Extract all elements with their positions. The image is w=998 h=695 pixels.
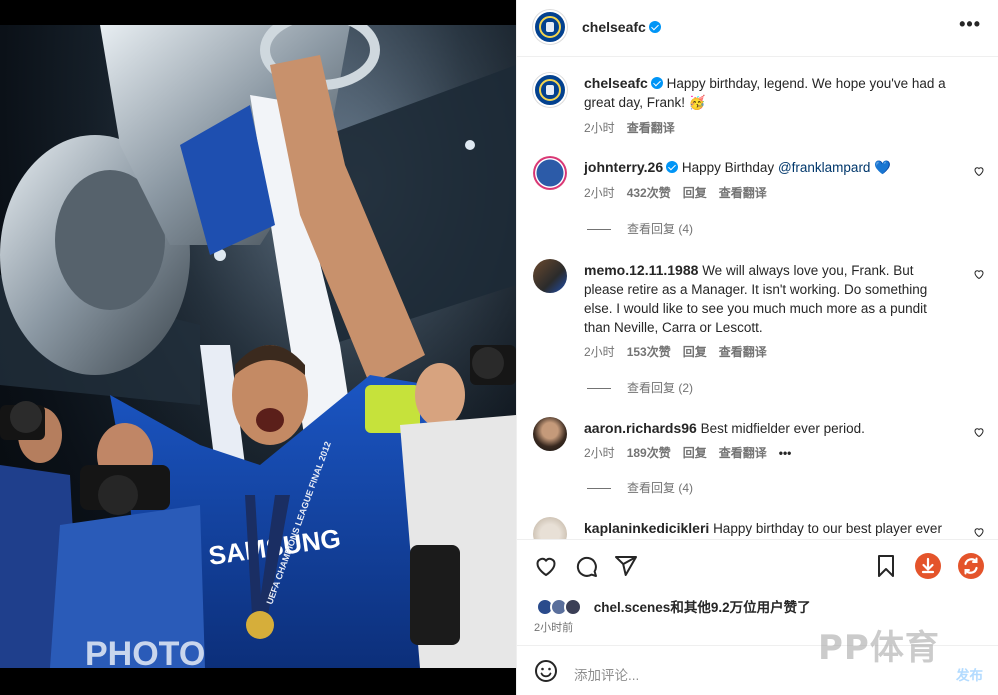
liker-avatars[interactable]: [536, 598, 590, 616]
like-comment-heart-icon[interactable]: [973, 165, 985, 177]
comment-meta: 2小时 189次赞 回复 查看翻译 •••: [584, 444, 803, 461]
comment-time: 2小时: [584, 345, 615, 359]
commenter-avatar[interactable]: [533, 156, 567, 190]
commenter-avatar[interactable]: [533, 517, 567, 539]
liker-username[interactable]: chel.scenes: [594, 600, 671, 615]
watermark-logo: PP体育: [818, 628, 940, 668]
comment-username[interactable]: johnterry.26: [584, 159, 663, 175]
post-actions-bar: [517, 539, 998, 589]
like-comment-heart-icon[interactable]: [973, 268, 985, 280]
likes-summary: chel.scenes和其他9.2万位用户赞了: [536, 596, 811, 616]
comment-likes[interactable]: 153次赞: [627, 345, 671, 359]
post-side-panel: chelseafc ••• chelseafc Happy birthday, …: [516, 0, 998, 695]
emoji-icon[interactable]: [534, 659, 558, 683]
comment-options-icon[interactable]: •••: [779, 446, 792, 460]
replies-line: [587, 488, 611, 490]
caption-text-block: chelseafc Happy birthday, legend. We hop…: [584, 74, 954, 112]
comment-meta: 2小时 432次赞 回复 查看翻译: [584, 184, 779, 201]
comment-time: 2小时: [584, 186, 615, 200]
replies-line: [587, 229, 611, 231]
view-replies-label[interactable]: 查看回复 (2): [627, 381, 693, 395]
comment-text-block: aaron.richards96 Best midfielder ever pe…: [584, 419, 954, 438]
instagram-post-view: SAMSUNG UEFA CHAMPIONS LEAGUE FINAL 2012…: [0, 0, 998, 695]
author-avatar[interactable]: [533, 10, 567, 44]
more-options-icon[interactable]: •••: [959, 15, 981, 33]
blue-heart-emoji: 💙: [874, 160, 892, 175]
comment-meta: 2小时 153次赞 回复 查看翻译: [584, 343, 779, 360]
comment-likes[interactable]: 432次赞: [627, 186, 671, 200]
caption-time: 2小时: [584, 121, 615, 135]
commenter-avatar[interactable]: [533, 417, 567, 451]
like-comment-heart-icon[interactable]: [973, 426, 985, 438]
comment-text: Happy birthday to our best player ever: [713, 521, 942, 536]
caption-meta: 2小时 查看翻译: [584, 119, 687, 136]
comment-time: 2小时: [584, 446, 615, 460]
view-replies-label[interactable]: 查看回复 (4): [627, 222, 693, 236]
author-name-wrap: chelseafc: [582, 19, 661, 37]
comment-text-block: memo.12.11.1988 We will always love you,…: [584, 261, 954, 337]
post-header: chelseafc •••: [517, 0, 998, 57]
caption-username[interactable]: chelseafc: [584, 75, 648, 91]
view-replies[interactable]: 查看回复 (4): [587, 220, 693, 237]
trophy-celebration-image: SAMSUNG UEFA CHAMPIONS LEAGUE FINAL 2012…: [0, 25, 516, 668]
translate-link[interactable]: 查看翻译: [719, 186, 767, 200]
bookmark-icon[interactable]: [874, 554, 898, 578]
caption-avatar[interactable]: [533, 73, 567, 107]
like-comment-heart-icon[interactable]: [973, 526, 985, 538]
photo-vest-text: PHOTO: [85, 635, 205, 668]
heart-icon[interactable]: [534, 554, 558, 578]
comment-text-block: kaplaninkedicikleri Happy birthday to ou…: [584, 519, 954, 538]
comment-icon[interactable]: [574, 554, 598, 578]
comment-username[interactable]: memo.12.11.1988: [584, 262, 698, 278]
view-replies[interactable]: 查看回复 (4): [587, 479, 693, 496]
post-comment-button[interactable]: 发布: [956, 664, 983, 684]
reply-button[interactable]: 回复: [683, 186, 707, 200]
download-icon[interactable]: [915, 553, 941, 579]
post-time: 2小时前: [534, 622, 574, 634]
comment-likes[interactable]: 189次赞: [627, 446, 671, 460]
comment-username[interactable]: aaron.richards96: [584, 420, 697, 436]
refresh-icon[interactable]: [958, 553, 984, 579]
view-replies[interactable]: 查看回复 (2): [587, 379, 693, 396]
comments-list[interactable]: chelseafc Happy birthday, legend. We hop…: [517, 58, 998, 539]
comment-username[interactable]: kaplaninkedicikleri: [584, 520, 709, 536]
verified-badge-icon: [648, 21, 661, 33]
translate-link[interactable]: 查看翻译: [719, 446, 767, 460]
translate-link[interactable]: 查看翻译: [719, 345, 767, 359]
comment-input[interactable]: 添加评论...: [574, 664, 639, 684]
share-icon[interactable]: [614, 554, 638, 578]
author-username[interactable]: chelseafc: [582, 19, 646, 35]
likes-text[interactable]: 和其他9.2万位用户赞了: [670, 600, 810, 615]
comment-text: Happy Birthday: [681, 160, 775, 175]
commenter-avatar[interactable]: [533, 259, 567, 293]
replies-line: [587, 388, 611, 390]
comment-text-block: johnterry.26 Happy Birthday @franklampar…: [584, 158, 954, 177]
mention-link[interactable]: @franklampard: [778, 160, 871, 175]
liker-avatar: [564, 598, 582, 616]
reply-button[interactable]: 回复: [683, 446, 707, 460]
verified-badge-icon: [666, 161, 679, 173]
view-replies-label[interactable]: 查看回复 (4): [627, 481, 693, 495]
comment-text: Best midfielder ever period.: [700, 421, 865, 436]
verified-badge-icon: [650, 77, 663, 89]
post-photo[interactable]: SAMSUNG UEFA CHAMPIONS LEAGUE FINAL 2012…: [0, 25, 516, 668]
reply-button[interactable]: 回复: [683, 345, 707, 359]
caption-translate-link[interactable]: 查看翻译: [627, 121, 675, 135]
